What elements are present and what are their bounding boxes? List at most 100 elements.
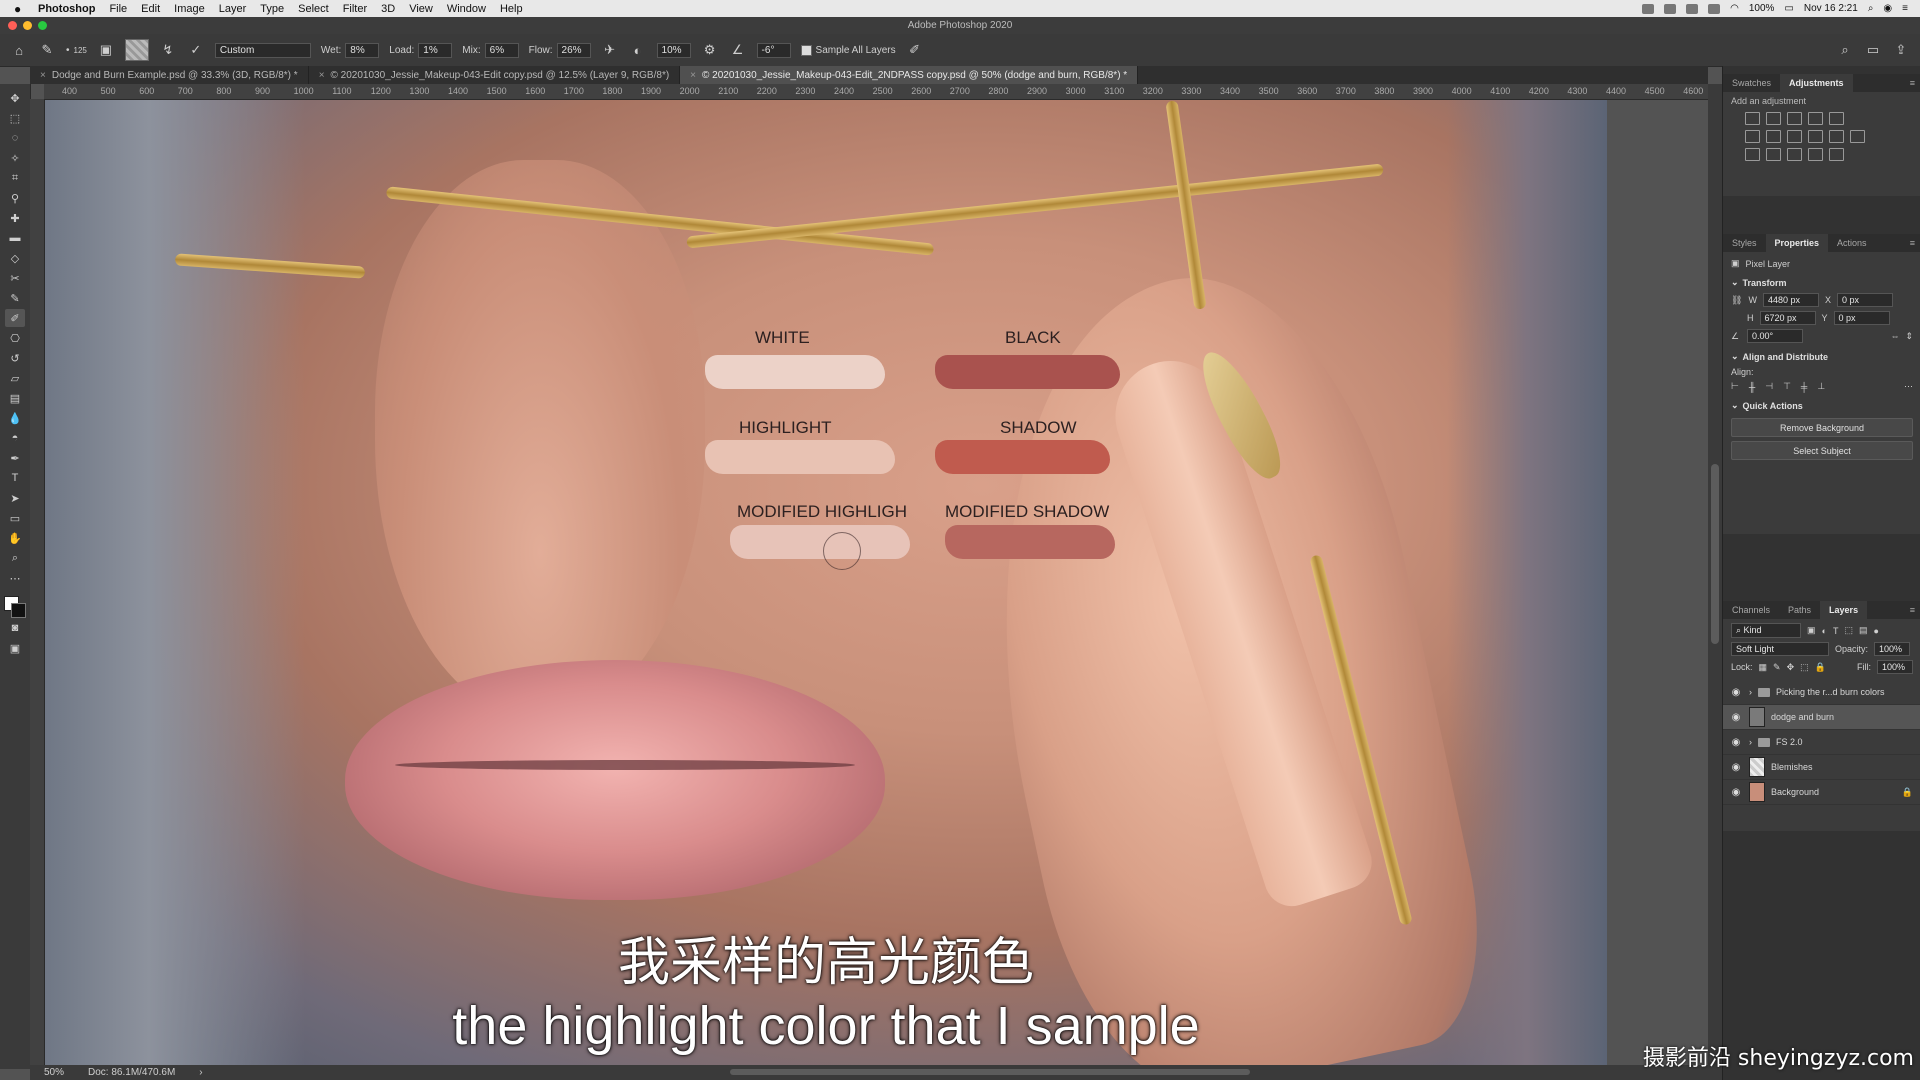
blur-tool-icon[interactable]: 💧 <box>5 409 25 427</box>
y-input[interactable]: 0 px <box>1833 311 1890 325</box>
tab-channels[interactable]: Channels <box>1723 601 1779 619</box>
blend-mode-select[interactable]: Soft Light <box>1731 642 1829 656</box>
color-lookup-icon[interactable] <box>1850 130 1865 143</box>
threshold-icon[interactable] <box>1787 148 1802 161</box>
zoom-tool-icon[interactable]: ⌕ <box>5 549 25 567</box>
more-options-icon[interactable]: ⋯ <box>1904 381 1913 392</box>
transform-section[interactable]: ⌄ Transform <box>1723 271 1920 291</box>
align-right-icon[interactable]: ⊣ <box>1765 381 1773 392</box>
close-tab-icon[interactable]: × <box>319 70 325 81</box>
load-input[interactable]: 1% <box>418 42 453 58</box>
angle-input[interactable]: 0.00° <box>1747 329 1803 343</box>
angle-input[interactable]: -6° <box>756 42 791 58</box>
lock-artboard-icon[interactable]: ⬚ <box>1800 662 1809 673</box>
dodge-tool-icon[interactable]: ◓ <box>5 429 25 447</box>
load-brush-icon[interactable]: ↯ <box>159 41 177 59</box>
brush-tool-icon[interactable]: ✎ <box>5 289 25 307</box>
tray-icon[interactable] <box>1708 3 1721 14</box>
clock[interactable]: Nov 16 2:21 <box>1804 3 1858 14</box>
eyedropper-tool-icon[interactable]: ⚲ <box>5 189 25 207</box>
tab-properties[interactable]: Properties <box>1765 234 1829 252</box>
photo-filter-icon[interactable] <box>1808 130 1823 143</box>
workspace-icon[interactable]: ▭ <box>1864 41 1882 59</box>
tray-icon[interactable] <box>1642 3 1655 14</box>
fill-input[interactable]: 100% <box>1877 660 1913 674</box>
share-icon[interactable]: ⇪ <box>1892 41 1910 59</box>
posterize-icon[interactable] <box>1766 148 1781 161</box>
align-middle-icon[interactable]: ╪ <box>1801 382 1807 392</box>
menu-3d[interactable]: 3D <box>381 3 395 15</box>
visibility-eye-icon[interactable]: ◉ <box>1729 762 1743 773</box>
layer-row-background[interactable]: ◉ Background 🔒 <box>1723 780 1920 805</box>
exposure-icon[interactable] <box>1808 112 1823 125</box>
patch-tool-icon[interactable]: ✂ <box>5 269 25 287</box>
remove-background-button[interactable]: Remove Background <box>1731 418 1913 437</box>
shape-tool-icon[interactable]: ▭ <box>5 509 25 527</box>
smoothing-icon[interactable]: ◐ <box>629 41 647 59</box>
close-tab-icon[interactable]: × <box>690 70 696 81</box>
search-icon[interactable]: ⌕ <box>1868 3 1874 14</box>
scroll-thumb[interactable] <box>1711 464 1719 644</box>
magic-wand-tool-icon[interactable]: ✧ <box>5 149 25 167</box>
path-selection-tool-icon[interactable]: ➤ <box>5 489 25 507</box>
brush-settings-icon[interactable]: ▣ <box>97 41 115 59</box>
flow-input[interactable]: 26% <box>556 42 591 58</box>
align-top-icon[interactable]: ⊤ <box>1783 381 1791 392</box>
clone-stamp-tool-icon[interactable]: ⎔ <box>5 329 25 347</box>
more-tools-icon[interactable]: ⋯ <box>5 569 25 587</box>
menu-filter[interactable]: Filter <box>343 3 367 15</box>
curves-icon[interactable] <box>1787 112 1802 125</box>
menu-edit[interactable]: Edit <box>141 3 160 15</box>
siri-icon[interactable]: ◉ <box>1883 3 1892 14</box>
gradient-map-icon[interactable] <box>1808 148 1823 161</box>
color-balance-icon[interactable] <box>1766 130 1781 143</box>
lock-pixels-icon[interactable]: ✎ <box>1773 662 1781 673</box>
menu-layer[interactable]: Layer <box>219 3 247 15</box>
horizontal-ruler[interactable]: 400 500 600 700 800 900 1000 1100 1200 1300 1400 15… <box>44 84 1708 100</box>
tab-adjustments[interactable]: Adjustments <box>1780 74 1853 92</box>
layer-row-blemishes[interactable]: ◉ Blemishes <box>1723 755 1920 780</box>
tab-layers[interactable]: Layers <box>1820 601 1868 619</box>
flip-horizontal-icon[interactable]: ⇔ <box>1890 331 1899 341</box>
invert-icon[interactable] <box>1745 148 1760 161</box>
notification-center-icon[interactable]: ≡ <box>1902 3 1908 14</box>
minimize-window-button[interactable] <box>23 21 32 30</box>
mixer-brush-tool-icon[interactable]: ✎ <box>38 41 56 59</box>
tab-dodge-burn-example[interactable]: × Dodge and Burn Example.psd @ 33.3% (3D… <box>30 66 309 84</box>
document-canvas[interactable]: WHITE BLACK HIGHLIGHT SHADOW MODIFIED HI… <box>45 100 1607 1065</box>
tab-paths[interactable]: Paths <box>1779 601 1820 619</box>
blend-preset-select[interactable]: Custom <box>214 42 311 58</box>
zoom-window-button[interactable] <box>38 21 47 30</box>
eraser-tool-icon[interactable]: ▱ <box>5 369 25 387</box>
filter-smart-object-icon[interactable]: ▤ <box>1859 625 1868 636</box>
home-icon[interactable]: ⌂ <box>10 41 28 59</box>
horizontal-scrollbar[interactable] <box>730 1069 1250 1075</box>
menu-view[interactable]: View <box>409 3 433 15</box>
current-brush-load-swatch[interactable] <box>124 39 149 61</box>
visibility-eye-icon[interactable]: ◉ <box>1729 787 1743 798</box>
vibrance-icon[interactable] <box>1829 112 1844 125</box>
visibility-eye-icon[interactable]: ◉ <box>1729 712 1743 723</box>
width-input[interactable]: 4480 px <box>1762 293 1819 307</box>
filter-adjustment-icon[interactable]: ◐ <box>1822 626 1827 636</box>
height-input[interactable]: 6720 px <box>1759 311 1816 325</box>
quick-mask-icon[interactable]: ◙ <box>5 619 25 637</box>
pen-tool-icon[interactable]: ✒ <box>5 449 25 467</box>
panel-menu-icon[interactable]: ≡ <box>1910 605 1915 615</box>
brightness-contrast-icon[interactable] <box>1745 112 1760 125</box>
visibility-eye-icon[interactable]: ◉ <box>1729 687 1743 698</box>
lock-transparent-icon[interactable]: ▦ <box>1759 662 1768 673</box>
apple-menu-icon[interactable]: ● <box>14 2 28 16</box>
filter-type-icon[interactable]: T <box>1833 626 1839 636</box>
menu-help[interactable]: Help <box>500 3 523 15</box>
chevron-right-icon[interactable]: › <box>1749 737 1752 747</box>
tray-icon[interactable] <box>1686 3 1699 14</box>
align-left-icon[interactable]: ⊢ <box>1731 381 1739 392</box>
selective-color-icon[interactable] <box>1829 148 1844 161</box>
menu-file[interactable]: File <box>109 3 127 15</box>
vertical-ruler[interactable] <box>30 99 45 1065</box>
hand-tool-icon[interactable]: ✋ <box>5 529 25 547</box>
layer-row-dodge-and-burn[interactable]: ◉ dodge and burn <box>1723 705 1920 730</box>
filter-shape-icon[interactable]: ⬚ <box>1844 625 1853 636</box>
hue-saturation-icon[interactable] <box>1745 130 1760 143</box>
